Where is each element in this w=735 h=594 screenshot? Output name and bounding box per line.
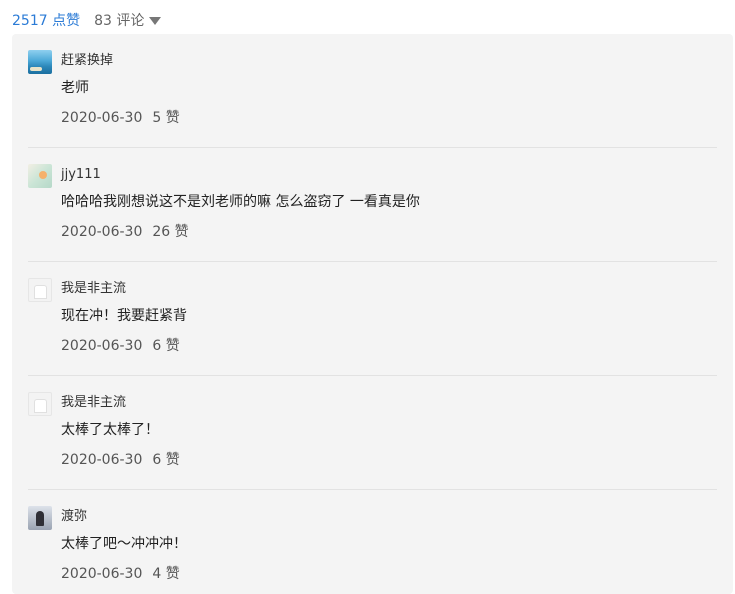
comment-meta: 2020-06-30 5 赞: [61, 108, 180, 128]
comment-date: 2020-06-30: [61, 452, 143, 468]
comment-date: 2020-06-30: [61, 224, 143, 240]
comment-date: 2020-06-30: [61, 110, 143, 126]
comment-like-button[interactable]: 5 赞: [152, 110, 179, 126]
comment-text: 老师: [61, 80, 89, 96]
comments-count: 83 评论: [94, 13, 145, 29]
comment-item: 我是非主流 现在冲！我要赶紧背 2020-06-30 6 赞: [12, 262, 733, 376]
comment-like-button[interactable]: 26 赞: [152, 224, 188, 240]
caret-down-icon: [149, 17, 162, 25]
avatar[interactable]: [28, 164, 52, 188]
comments-panel: 赶紧换掉 老师 2020-06-30 5 赞 jjy111 哈哈哈我刚想说这不是刘…: [12, 34, 733, 594]
comment-text: 哈哈哈我刚想说这不是刘老师的嘛 怎么盗窃了 一看真是你: [61, 194, 420, 210]
comment-item: jjy111 哈哈哈我刚想说这不是刘老师的嘛 怎么盗窃了 一看真是你 2020-…: [12, 148, 733, 262]
comment-summary-bar: 2517 点赞 83 评论: [12, 10, 162, 30]
comment-like-button[interactable]: 6 赞: [152, 452, 179, 468]
comment-text: 现在冲！我要赶紧背: [61, 308, 187, 324]
comment-text: 太棒了太棒了！: [61, 422, 159, 438]
comment-author[interactable]: 赶紧换掉: [61, 52, 113, 70]
comment-item: 赶紧换掉 老师 2020-06-30 5 赞: [12, 34, 733, 148]
comment-author[interactable]: 渡弥: [61, 508, 87, 526]
comment-like-button[interactable]: 6 赞: [152, 338, 179, 354]
avatar[interactable]: [28, 50, 52, 74]
comment-like-button[interactable]: 4 赞: [152, 566, 179, 582]
comment-author[interactable]: 我是非主流: [61, 394, 126, 412]
comment-author[interactable]: 我是非主流: [61, 280, 126, 298]
comment-text: 太棒了吧～冲冲冲！: [61, 536, 187, 552]
comment-meta: 2020-06-30 4 赞: [61, 564, 180, 584]
comment-meta: 2020-06-30 26 赞: [61, 222, 189, 242]
comment-date: 2020-06-30: [61, 338, 143, 354]
comment-date: 2020-06-30: [61, 566, 143, 582]
avatar[interactable]: [28, 506, 52, 530]
likes-count-link[interactable]: 2517 点赞: [12, 10, 80, 30]
avatar[interactable]: [28, 278, 52, 302]
comment-meta: 2020-06-30 6 赞: [61, 450, 180, 470]
comment-item: 渡弥 太棒了吧～冲冲冲！ 2020-06-30 4 赞: [12, 490, 733, 594]
comment-meta: 2020-06-30 6 赞: [61, 336, 180, 356]
comments-toggle[interactable]: 83 评论: [94, 10, 162, 30]
avatar[interactable]: [28, 392, 52, 416]
comment-item: 我是非主流 太棒了太棒了！ 2020-06-30 6 赞: [12, 376, 733, 490]
comment-author[interactable]: jjy111: [61, 166, 101, 184]
